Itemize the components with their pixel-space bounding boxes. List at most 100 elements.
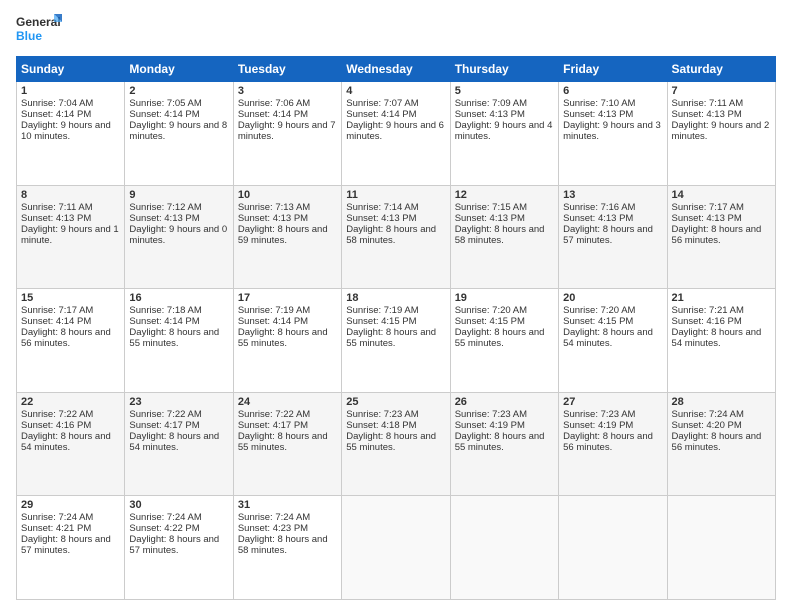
daylight-label: Daylight: 9 hours and 10 minutes. — [21, 120, 111, 142]
daylight-label: Daylight: 8 hours and 58 minutes. — [238, 534, 328, 556]
day-number: 22 — [21, 396, 120, 408]
sunset-label: Sunset: 4:13 PM — [21, 213, 91, 224]
daylight-label: Daylight: 9 hours and 8 minutes. — [129, 120, 227, 142]
sunset-label: Sunset: 4:13 PM — [455, 213, 525, 224]
sunrise-label: Sunrise: 7:13 AM — [238, 202, 310, 213]
daylight-label: Daylight: 8 hours and 54 minutes. — [563, 327, 653, 349]
day-number: 31 — [238, 499, 337, 511]
daylight-label: Daylight: 8 hours and 59 minutes. — [238, 224, 328, 246]
sunset-label: Sunset: 4:13 PM — [455, 109, 525, 120]
calendar-cell: 23 Sunrise: 7:22 AM Sunset: 4:17 PM Dayl… — [125, 392, 233, 496]
sunrise-label: Sunrise: 7:24 AM — [21, 512, 93, 523]
sunset-label: Sunset: 4:16 PM — [21, 420, 91, 431]
calendar-cell: 21 Sunrise: 7:21 AM Sunset: 4:16 PM Dayl… — [667, 289, 775, 393]
sunrise-label: Sunrise: 7:05 AM — [129, 98, 201, 109]
calendar-cell: 31 Sunrise: 7:24 AM Sunset: 4:23 PM Dayl… — [233, 496, 341, 600]
day-number: 26 — [455, 396, 554, 408]
day-number: 12 — [455, 189, 554, 201]
day-number: 4 — [346, 85, 445, 97]
day-number: 20 — [563, 292, 662, 304]
day-number: 28 — [672, 396, 771, 408]
calendar-day-header: Tuesday — [233, 57, 341, 82]
day-number: 29 — [21, 499, 120, 511]
daylight-label: Daylight: 8 hours and 55 minutes. — [346, 431, 436, 453]
sunset-label: Sunset: 4:23 PM — [238, 523, 308, 534]
day-number: 25 — [346, 396, 445, 408]
calendar-cell: 20 Sunrise: 7:20 AM Sunset: 4:15 PM Dayl… — [559, 289, 667, 393]
daylight-label: Daylight: 9 hours and 1 minute. — [21, 224, 119, 246]
sunset-label: Sunset: 4:19 PM — [563, 420, 633, 431]
day-number: 24 — [238, 396, 337, 408]
day-number: 8 — [21, 189, 120, 201]
calendar-cell: 9 Sunrise: 7:12 AM Sunset: 4:13 PM Dayli… — [125, 185, 233, 289]
calendar-cell: 27 Sunrise: 7:23 AM Sunset: 4:19 PM Dayl… — [559, 392, 667, 496]
sunset-label: Sunset: 4:14 PM — [129, 316, 199, 327]
sunrise-label: Sunrise: 7:07 AM — [346, 98, 418, 109]
calendar-day-header: Wednesday — [342, 57, 450, 82]
calendar-cell: 19 Sunrise: 7:20 AM Sunset: 4:15 PM Dayl… — [450, 289, 558, 393]
calendar-header-row: SundayMondayTuesdayWednesdayThursdayFrid… — [17, 57, 776, 82]
day-number: 2 — [129, 85, 228, 97]
sunrise-label: Sunrise: 7:24 AM — [672, 409, 744, 420]
calendar-day-header: Sunday — [17, 57, 125, 82]
sunrise-label: Sunrise: 7:19 AM — [346, 305, 418, 316]
sunset-label: Sunset: 4:13 PM — [672, 109, 742, 120]
calendar-cell: 12 Sunrise: 7:15 AM Sunset: 4:13 PM Dayl… — [450, 185, 558, 289]
daylight-label: Daylight: 8 hours and 54 minutes. — [129, 431, 219, 453]
calendar-cell: 14 Sunrise: 7:17 AM Sunset: 4:13 PM Dayl… — [667, 185, 775, 289]
sunrise-label: Sunrise: 7:18 AM — [129, 305, 201, 316]
calendar-cell: 28 Sunrise: 7:24 AM Sunset: 4:20 PM Dayl… — [667, 392, 775, 496]
calendar-cell: 5 Sunrise: 7:09 AM Sunset: 4:13 PM Dayli… — [450, 82, 558, 186]
daylight-label: Daylight: 8 hours and 55 minutes. — [238, 327, 328, 349]
calendar-cell: 17 Sunrise: 7:19 AM Sunset: 4:14 PM Dayl… — [233, 289, 341, 393]
daylight-label: Daylight: 9 hours and 6 minutes. — [346, 120, 444, 142]
calendar-day-header: Saturday — [667, 57, 775, 82]
sunrise-label: Sunrise: 7:11 AM — [672, 98, 744, 109]
daylight-label: Daylight: 9 hours and 7 minutes. — [238, 120, 336, 142]
calendar-cell: 6 Sunrise: 7:10 AM Sunset: 4:13 PM Dayli… — [559, 82, 667, 186]
daylight-label: Daylight: 8 hours and 57 minutes. — [129, 534, 219, 556]
calendar-cell: 26 Sunrise: 7:23 AM Sunset: 4:19 PM Dayl… — [450, 392, 558, 496]
daylight-label: Daylight: 8 hours and 56 minutes. — [21, 327, 111, 349]
daylight-label: Daylight: 8 hours and 55 minutes. — [455, 327, 545, 349]
calendar-cell: 4 Sunrise: 7:07 AM Sunset: 4:14 PM Dayli… — [342, 82, 450, 186]
daylight-label: Daylight: 8 hours and 56 minutes. — [563, 431, 653, 453]
sunrise-label: Sunrise: 7:11 AM — [21, 202, 93, 213]
sunset-label: Sunset: 4:21 PM — [21, 523, 91, 534]
sunset-label: Sunset: 4:14 PM — [129, 109, 199, 120]
calendar-cell: 13 Sunrise: 7:16 AM Sunset: 4:13 PM Dayl… — [559, 185, 667, 289]
calendar-week-row: 1 Sunrise: 7:04 AM Sunset: 4:14 PM Dayli… — [17, 82, 776, 186]
daylight-label: Daylight: 8 hours and 57 minutes. — [563, 224, 653, 246]
day-number: 13 — [563, 189, 662, 201]
sunrise-label: Sunrise: 7:16 AM — [563, 202, 635, 213]
day-number: 14 — [672, 189, 771, 201]
calendar-cell: 2 Sunrise: 7:05 AM Sunset: 4:14 PM Dayli… — [125, 82, 233, 186]
calendar-cell: 7 Sunrise: 7:11 AM Sunset: 4:13 PM Dayli… — [667, 82, 775, 186]
sunrise-label: Sunrise: 7:22 AM — [238, 409, 310, 420]
calendar-table: SundayMondayTuesdayWednesdayThursdayFrid… — [16, 56, 776, 600]
day-number: 6 — [563, 85, 662, 97]
sunrise-label: Sunrise: 7:21 AM — [672, 305, 744, 316]
sunset-label: Sunset: 4:17 PM — [129, 420, 199, 431]
sunrise-label: Sunrise: 7:20 AM — [455, 305, 527, 316]
sunrise-label: Sunrise: 7:10 AM — [563, 98, 635, 109]
sunset-label: Sunset: 4:14 PM — [21, 316, 91, 327]
logo: General Blue — [16, 12, 66, 50]
daylight-label: Daylight: 8 hours and 55 minutes. — [455, 431, 545, 453]
day-number: 10 — [238, 189, 337, 201]
sunset-label: Sunset: 4:15 PM — [563, 316, 633, 327]
sunset-label: Sunset: 4:14 PM — [21, 109, 91, 120]
calendar-cell: 1 Sunrise: 7:04 AM Sunset: 4:14 PM Dayli… — [17, 82, 125, 186]
sunrise-label: Sunrise: 7:24 AM — [129, 512, 201, 523]
sunset-label: Sunset: 4:13 PM — [238, 213, 308, 224]
calendar-cell: 8 Sunrise: 7:11 AM Sunset: 4:13 PM Dayli… — [17, 185, 125, 289]
day-number: 30 — [129, 499, 228, 511]
daylight-label: Daylight: 8 hours and 56 minutes. — [672, 224, 762, 246]
daylight-label: Daylight: 8 hours and 56 minutes. — [672, 431, 762, 453]
day-number: 15 — [21, 292, 120, 304]
day-number: 7 — [672, 85, 771, 97]
sunrise-label: Sunrise: 7:19 AM — [238, 305, 310, 316]
calendar-week-row: 29 Sunrise: 7:24 AM Sunset: 4:21 PM Dayl… — [17, 496, 776, 600]
sunrise-label: Sunrise: 7:15 AM — [455, 202, 527, 213]
daylight-label: Daylight: 9 hours and 3 minutes. — [563, 120, 661, 142]
